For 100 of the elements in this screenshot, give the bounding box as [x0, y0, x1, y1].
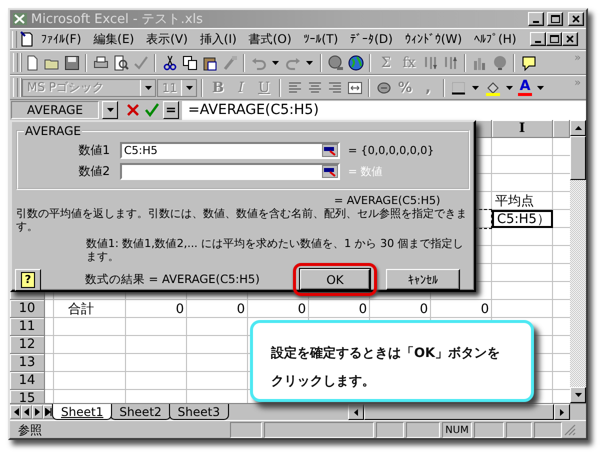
enter-check-icon[interactable]: [144, 102, 160, 118]
table-cell-text: 0: [174, 300, 185, 318]
clipboard-icon[interactable]: [202, 54, 218, 70]
table-cell-text: 0: [358, 300, 368, 318]
scroll-up-button[interactable]: [570, 120, 586, 136]
sheet-tab[interactable]: Sheet3: [168, 404, 229, 420]
minimize-icon: [535, 41, 541, 43]
menu-item[interactable]: 挿入(I): [194, 30, 243, 48]
table-cell-text: 0: [236, 300, 246, 318]
menu-item[interactable]: 表示(V): [140, 30, 194, 48]
next-sheet-button[interactable]: [32, 405, 43, 419]
resize-grip-icon: [564, 424, 576, 436]
menu-item[interactable]: ﾌｧｲﾙ(F): [35, 31, 88, 47]
down-arrow-icon: [574, 393, 582, 397]
menu-item[interactable]: ｳｨﾝﾄﾞｳ(W): [398, 31, 468, 47]
column-header: I: [492, 120, 553, 138]
minimize-button[interactable]: [528, 12, 544, 26]
map-globe-icon[interactable]: [492, 54, 508, 70]
edit-formula-button[interactable]: =: [163, 101, 179, 119]
scroll-left-button[interactable]: [348, 404, 364, 420]
row-header: 10: [10, 300, 45, 318]
close-button[interactable]: [562, 32, 578, 46]
status-panel: [506, 422, 532, 438]
caret-icon[interactable]: [506, 86, 513, 90]
spreadsheet-logo-icon: [12, 12, 28, 26]
scroll-right-button[interactable]: [554, 404, 570, 420]
merge-center-icon[interactable]: [346, 80, 362, 96]
menu-item[interactable]: ﾂｰﾙ(T): [298, 31, 344, 47]
sheet-tab[interactable]: Sheet1: [52, 404, 112, 420]
status-panel: [474, 422, 504, 438]
input-field[interactable]: [120, 163, 340, 180]
align-left-icon[interactable]: [286, 80, 302, 96]
printer-icon[interactable]: [92, 54, 108, 70]
currency-icon[interactable]: [376, 80, 392, 96]
menu-item[interactable]: ﾍﾙﾌﾟ(H): [468, 31, 522, 47]
triangle-icon: [12, 408, 19, 416]
caret-icon[interactable]: [472, 86, 479, 90]
copy-icon[interactable]: [182, 54, 198, 70]
collapse-dialog-icon[interactable]: [322, 144, 338, 157]
menu-item[interactable]: 書式(O): [242, 30, 298, 48]
font-color-button[interactable]: A: [517, 80, 533, 96]
sheet-tab[interactable]: Sheet2: [110, 404, 171, 420]
vertical-scrollbar[interactable]: [570, 120, 586, 403]
close-icon: [571, 14, 581, 24]
group-title: AVERAGE: [24, 124, 82, 138]
table-cell-text: 平均点: [494, 193, 535, 210]
caret-icon: [106, 108, 114, 112]
table-cell-text: 0: [296, 300, 307, 318]
maximize-button[interactable]: [546, 32, 562, 46]
first-sheet-button[interactable]: [10, 405, 21, 419]
help-icon: ?: [21, 272, 35, 288]
status-panel: [376, 422, 404, 438]
input-field[interactable]: C5:H5: [120, 142, 340, 159]
ok-button[interactable]: OK: [300, 269, 370, 290]
status-indicator: NUM: [442, 422, 472, 438]
collapse-dialog-icon[interactable]: [322, 165, 338, 178]
argument-result: = {0,0,0,0,0,0}: [348, 144, 434, 157]
status-panel: [230, 422, 262, 438]
help-button[interactable]: ?: [15, 268, 41, 290]
spelling-check-icon[interactable]: [132, 54, 148, 70]
name-box[interactable]: AVERAGE: [11, 101, 99, 119]
menu-item[interactable]: 編集(E): [87, 30, 140, 48]
caret-icon[interactable]: [272, 60, 279, 64]
right-arrow-icon: [560, 408, 564, 416]
globe-link-icon[interactable]: [328, 54, 344, 70]
scissors-icon[interactable]: [162, 54, 178, 70]
function-description: 引数の平均値を返します。引数には、数値、数値を含む名前、配列、セル参照を指定できます。: [16, 207, 468, 233]
sort-ascending-icon[interactable]: [422, 54, 438, 70]
document-icon: [19, 31, 35, 47]
minimize-button[interactable]: [530, 32, 546, 46]
align-right-icon[interactable]: [326, 80, 342, 96]
menu-item[interactable]: ﾃﾞｰﾀ(D): [344, 31, 399, 47]
cancel-button[interactable]: ｷｬﾝｾﾙ: [386, 269, 460, 290]
toolbar-grip[interactable]: [12, 30, 17, 48]
scroll-down-button[interactable]: [570, 387, 586, 403]
formula-result: 数式の結果 = AVERAGE(C5:H5): [85, 272, 260, 287]
row-header: 13: [10, 354, 45, 372]
callout-text: 設定を確定するときは「OK」ボタンをクリックします。: [271, 344, 502, 391]
borders-icon[interactable]: [450, 80, 466, 96]
caret-icon[interactable]: [306, 60, 313, 64]
close-button[interactable]: [568, 12, 584, 26]
name-box-dropdown[interactable]: [102, 101, 118, 119]
scroll-thumb[interactable]: [570, 136, 586, 180]
sort-descending-icon[interactable]: [442, 54, 458, 70]
print-preview-icon[interactable]: [112, 54, 128, 70]
status-text: 参照: [17, 422, 43, 438]
maximize-button[interactable]: [547, 12, 563, 26]
formula-field[interactable]: =AVERAGE(C5:H5): [182, 100, 586, 120]
row-header: 14: [10, 372, 45, 390]
cancel-cross-icon[interactable]: [125, 102, 141, 118]
column-header: [553, 120, 570, 138]
align-center-icon[interactable]: [306, 80, 322, 96]
caret-icon[interactable]: [537, 86, 544, 90]
fill-color-icon[interactable]: [484, 80, 500, 96]
field-label: 数値2: [77, 163, 110, 180]
globe-icon[interactable]: [348, 54, 364, 70]
help-bubble-icon[interactable]: [520, 54, 536, 70]
maximize-icon: [549, 34, 559, 44]
previous-sheet-button[interactable]: [21, 405, 32, 419]
row-header: 12: [10, 336, 45, 354]
